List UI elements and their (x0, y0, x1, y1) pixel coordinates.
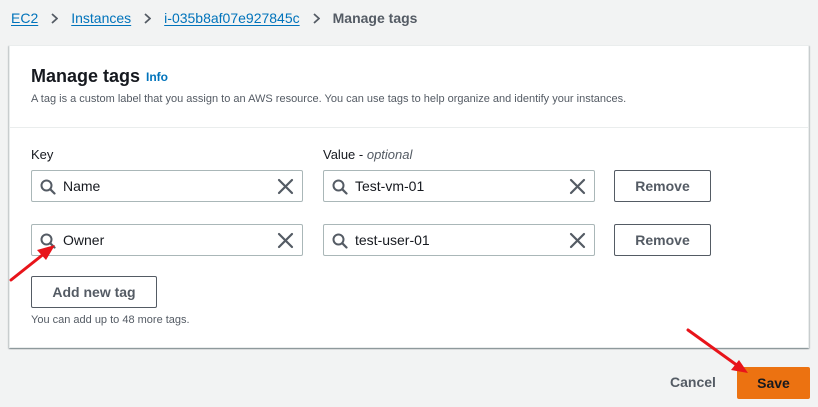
remove-tag-button[interactable]: Remove (614, 224, 711, 256)
key-header: Key (31, 147, 54, 162)
search-icon (40, 179, 56, 195)
tag-key-input[interactable]: Owner (31, 224, 303, 256)
breadcrumb-current: Manage tags (332, 10, 418, 26)
tag-limit-hint: You can add up to 48 more tags. (31, 314, 190, 326)
chevron-right-icon (313, 12, 320, 24)
add-new-tag-button[interactable]: Add new tag (31, 276, 157, 308)
chevron-right-icon (144, 12, 152, 24)
tag-value-input[interactable]: test-user-01 (323, 224, 595, 256)
key-column-label: Key (31, 147, 53, 162)
value-header: Value - (323, 147, 367, 162)
search-icon (332, 179, 348, 195)
close-icon[interactable] (277, 178, 294, 195)
tag-value-input[interactable]: Test-vm-01 (323, 170, 595, 202)
panel-title: Manage tags (31, 66, 141, 86)
tag-value-value: test-user-01 (355, 232, 430, 248)
search-icon (332, 233, 348, 249)
breadcrumb: EC2 Instances i-035b8af07e927845c Manage… (11, 8, 417, 28)
tag-key-value: Name (63, 178, 101, 194)
tag-key-value: Owner (63, 232, 105, 248)
manage-tags-panel: Manage tags Info A tag is a custom label… (9, 45, 809, 348)
breadcrumb-instances[interactable]: Instances (71, 10, 131, 26)
value-column-label: Value - optional (323, 147, 412, 162)
breadcrumb-ec2[interactable]: EC2 (11, 10, 38, 26)
info-link[interactable]: Info (146, 70, 168, 84)
breadcrumb-instance-id[interactable]: i-035b8af07e927845c (164, 10, 299, 26)
cancel-button[interactable]: Cancel (662, 374, 724, 392)
close-icon[interactable] (569, 232, 586, 249)
close-icon[interactable] (277, 232, 294, 249)
panel-description: A tag is a custom label that you assign … (31, 93, 627, 105)
value-header-optional: optional (366, 147, 413, 162)
close-icon[interactable] (569, 178, 586, 195)
tag-value-value: Test-vm-01 (355, 178, 425, 194)
panel-header: Manage tags Info A tag is a custom label… (10, 46, 808, 128)
save-button[interactable]: Save (737, 367, 810, 399)
search-icon (40, 233, 56, 249)
remove-tag-button[interactable]: Remove (614, 170, 711, 202)
chevron-right-icon (51, 12, 59, 24)
tag-key-input[interactable]: Name (31, 170, 303, 202)
